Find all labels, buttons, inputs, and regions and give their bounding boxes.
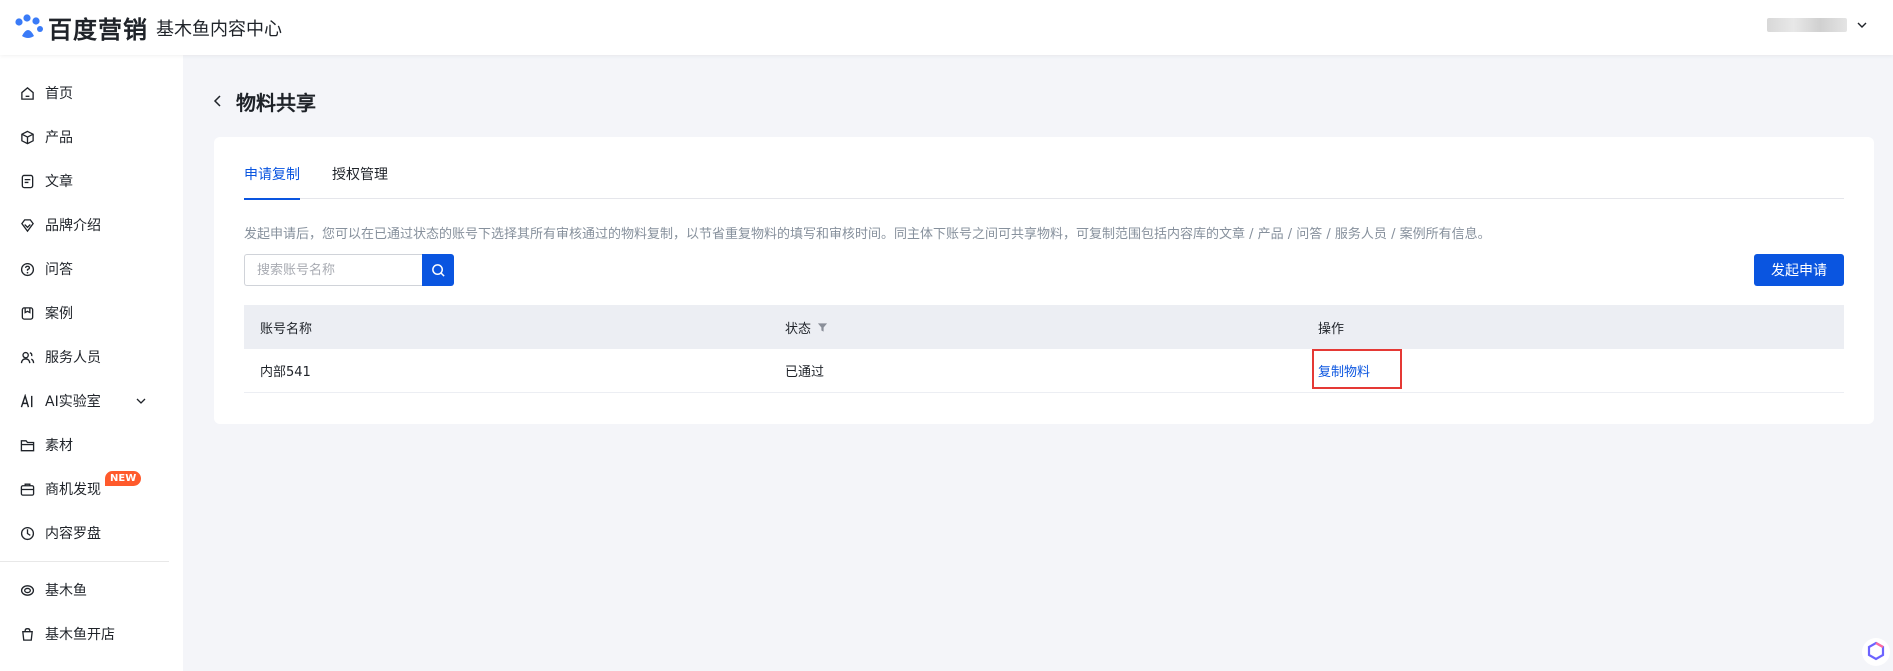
sidebar-item-cases[interactable]: 案例 [0,291,183,335]
accounts-table: 账号名称 状态 操作 内部541 已通过 复制物料 [244,305,1844,393]
back-arrow-icon[interactable] [210,93,226,109]
sidebar-item-label: 文章 [45,174,73,190]
content-card: 申请复制 授权管理 发起申请后，您可以在已通过状态的账号下选择其所有审核通过的物… [214,137,1874,424]
sidebar-item-label: 首页 [45,86,73,102]
sidebar-item-jimuyu[interactable]: 基木鱼 [0,568,183,612]
jimuyu-icon [20,584,35,596]
cell-action: 复制物料 [1302,349,1844,389]
home-icon [21,86,34,100]
new-badge: NEW [105,471,142,486]
briefcase-icon [20,483,35,496]
sidebar-item-label: 内容罗盘 [45,526,101,542]
search-input[interactable] [244,254,422,286]
cell-account-name: 内部541 [260,365,311,380]
column-header-status: 状态 [769,318,1302,337]
column-header-action: 操作 [1318,321,1345,337]
sidebar: 首页 产品 文章 品牌介绍 问答 案例 服务人员 AI实验室 素材 商机发现 N… [0,55,183,671]
page-title: 物料共享 [236,90,316,115]
chevron-down-icon [1857,22,1867,28]
sidebar-nav: 首页 产品 文章 品牌介绍 问答 案例 服务人员 AI实验室 素材 商机发现 N… [0,55,183,656]
question-icon [20,262,35,276]
cell-status: 已通过 [785,365,825,380]
folder-icon [20,439,35,451]
sidebar-item-qa[interactable]: 问答 [0,247,183,291]
search-button[interactable] [422,254,454,286]
sidebar-item-label: 素材 [45,438,73,454]
sidebar-item-label: 商机发现 [45,482,101,498]
sidebar-item-label: 案例 [45,306,73,322]
box-icon [21,130,34,144]
brand-name: 百度营销 [48,16,148,44]
chevron-down-icon[interactable] [134,394,148,408]
brand[interactable]: 百度营销 基木鱼内容中心 [14,10,282,45]
user-menu[interactable] [1767,18,1869,32]
tab-authorization[interactable]: 授权管理 [332,163,388,199]
sidebar-item-label: 基木鱼 [45,583,87,599]
shop-bag-icon [22,627,33,641]
sidebar-divider [0,561,169,562]
tab-apply-copy[interactable]: 申请复制 [244,163,300,200]
sidebar-item-opportunities[interactable]: 商机发现 NEW [0,467,183,511]
sidebar-item-label: AI实验室 [45,394,101,410]
sidebar-item-products[interactable]: 产品 [0,115,183,159]
sidebar-item-materials[interactable]: 素材 [0,423,183,467]
compass-icon [20,526,35,540]
filter-icon[interactable] [817,322,828,333]
sidebar-item-label: 产品 [45,130,73,146]
search-box [244,254,454,286]
sidebar-item-staff[interactable]: 服务人员 [0,335,183,379]
search-icon [431,263,445,277]
column-header-status-label: 状态 [785,321,812,337]
user-name-blurred [1767,18,1847,32]
sidebar-item-brand[interactable]: 品牌介绍 [0,203,183,247]
sidebar-item-compass[interactable]: 内容罗盘 [0,511,183,555]
submit-request-button[interactable]: 发起申请 [1754,254,1844,286]
top-bar: 百度营销 基木鱼内容中心 [0,0,1893,55]
sidebar-item-label: 基木鱼开店 [45,627,115,643]
highlight-annotation-box [1312,349,1402,389]
sidebar-item-articles[interactable]: 文章 [0,159,183,203]
tab-bar: 申请复制 授权管理 [244,163,1844,200]
description-text: 发起申请后，您可以在已通过状态的账号下选择其所有审核通过的物料复制，以节省重复物… [244,227,1491,242]
page-header: 物料共享 [210,86,316,116]
sidebar-item-label: 服务人员 [45,350,101,366]
table-header: 账号名称 状态 操作 [244,305,1844,349]
column-header-account: 账号名称 [260,321,313,337]
table-row: 内部541 已通过 复制物料 [244,349,1844,393]
document-icon [21,174,34,188]
ai-icon [20,393,33,407]
sidebar-item-label: 品牌介绍 [45,218,101,234]
diamond-icon [21,218,34,232]
case-icon [21,306,34,320]
people-icon [20,351,35,363]
product-name: 基木鱼内容中心 [156,18,282,40]
sidebar-item-jimuyu-shop[interactable]: 基木鱼开店 [0,612,183,656]
sidebar-item-label: 问答 [45,262,73,278]
baidu-paw-logo [14,13,44,42]
sidebar-item-home[interactable]: 首页 [0,71,183,115]
assistant-floating-icon[interactable] [1861,637,1891,667]
sidebar-item-ai-lab[interactable]: AI实验室 [0,379,183,423]
